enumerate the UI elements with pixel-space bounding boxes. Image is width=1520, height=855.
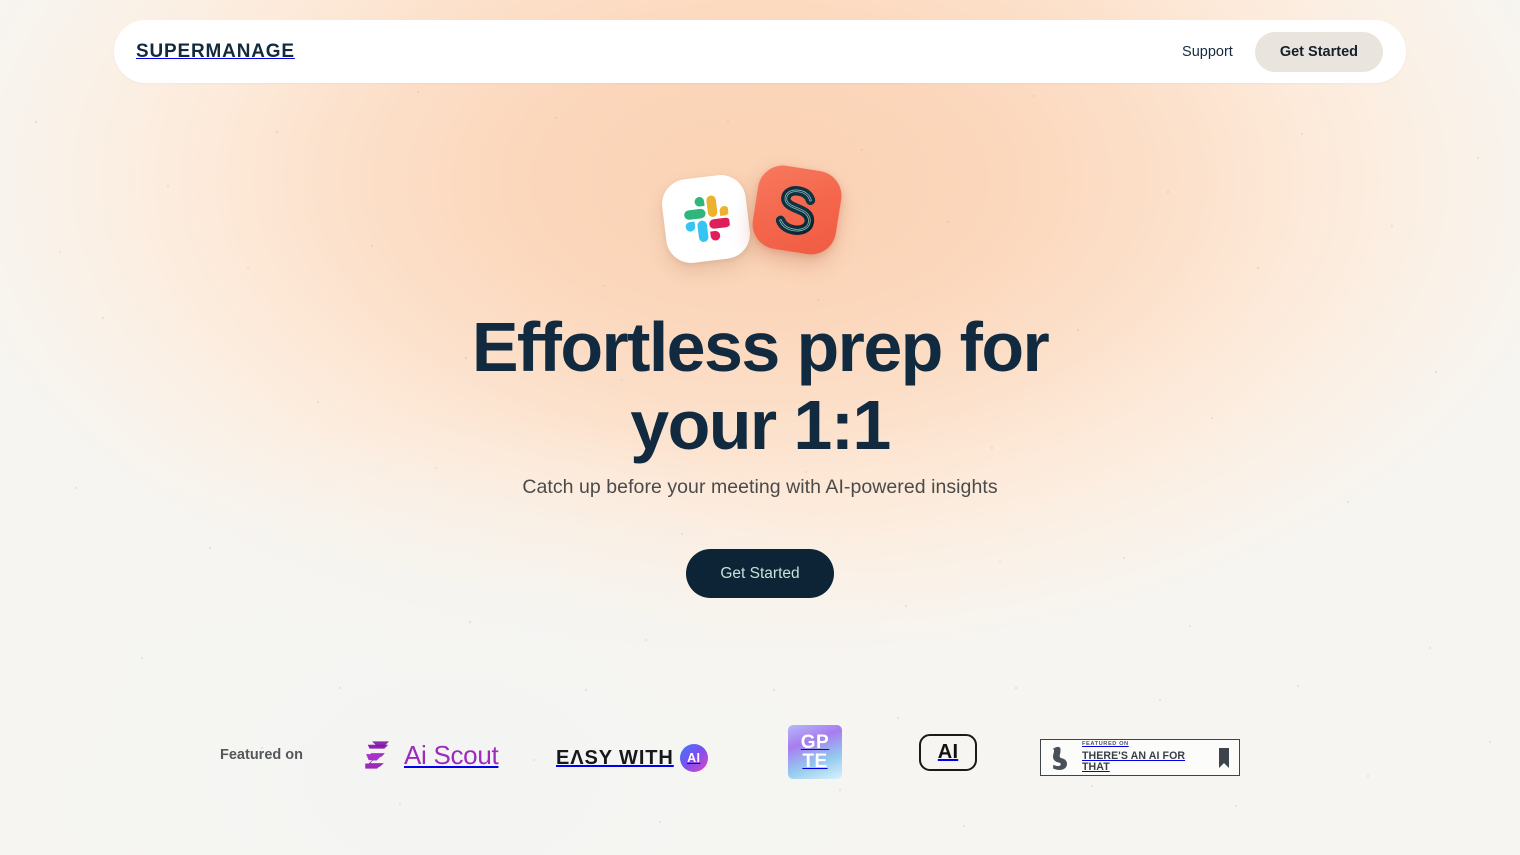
taaft-top-line: FEATURED ON	[1082, 741, 1129, 748]
hero-get-started-button[interactable]: Get Started	[686, 549, 834, 598]
featured-logo-gpte[interactable]: GP TE	[788, 725, 842, 779]
ai-scout-label: Ai Scout	[404, 739, 499, 770]
headline-line-2: your 1:1	[630, 386, 891, 464]
brand-logo[interactable]: SUPERMANAGE	[136, 40, 300, 63]
ai-scout-mark-icon	[365, 741, 390, 769]
app-icons-group	[659, 160, 860, 280]
easy-with-ai-label: EΛSY WITH	[556, 746, 674, 769]
nav-link-support[interactable]: Support	[1174, 38, 1241, 66]
featured-on-label: Featured on	[220, 747, 303, 763]
gpte-line-1: GP	[800, 732, 830, 753]
slack-icon	[659, 172, 753, 266]
flexed-bicep-icon	[1052, 746, 1067, 770]
gpte-line-2: TE	[802, 751, 828, 772]
featured-logo-theres-an-ai-for-that[interactable]: FEATURED ON THERE'S AN AI FOR THAT	[1040, 739, 1240, 776]
featured-on-section: Featured on Ai Scout EΛSY WITH AI GP TE …	[0, 722, 1520, 794]
featured-logo-ai[interactable]: AI	[919, 734, 977, 771]
top-navbar: SUPERMANAGE Support Get Started	[114, 20, 1406, 83]
ai-mark-icon: AI	[919, 734, 977, 771]
gpte-mark-icon: GP TE	[788, 725, 842, 779]
hero-subheadline: Catch up before your meeting with AI-pow…	[522, 476, 998, 498]
bookmark-icon	[1219, 747, 1229, 768]
featured-logo-easy-with-ai[interactable]: EΛSY WITH AI	[556, 744, 708, 772]
brand-logo-text: SUPERMANAGE	[136, 40, 295, 62]
page-title: Effortless prep for your 1:1	[210, 308, 1310, 464]
taaft-badge: FEATURED ON THERE'S AN AI FOR THAT	[1040, 739, 1240, 776]
nav-get-started-button[interactable]: Get Started	[1254, 31, 1383, 72]
supermanage-app-icon	[748, 161, 846, 259]
taaft-text-block: FEATURED ON THERE'S AN AI FOR THAT	[1082, 742, 1210, 772]
navbar-actions: Support Get Started	[1174, 31, 1383, 72]
headline-line-1: Effortless prep for	[471, 308, 1050, 386]
easy-with-ai-badge-icon: AI	[679, 744, 708, 772]
featured-logo-ai-scout[interactable]: Ai Scout	[361, 738, 499, 772]
taaft-main-line: THERE'S AN AI FOR THAT	[1082, 749, 1186, 773]
